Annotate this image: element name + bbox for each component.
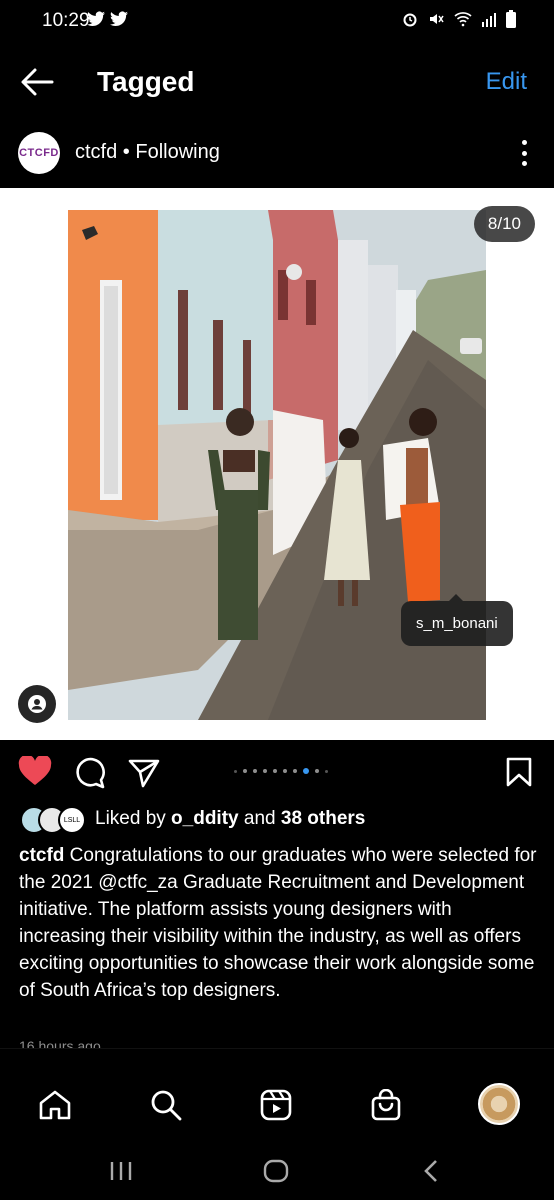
user-icon	[28, 695, 46, 713]
recent-apps-icon	[110, 1162, 132, 1180]
mute-icon	[430, 14, 444, 24]
heart-filled-icon	[18, 754, 52, 785]
signal-icon	[482, 13, 496, 27]
twitter-icon	[110, 11, 128, 27]
tagged-users-button[interactable]	[18, 685, 56, 723]
carousel-dot	[253, 769, 257, 773]
avatar-logo-text: CTCFD	[19, 147, 59, 159]
dot-icon	[521, 150, 527, 156]
paper-plane-icon	[128, 759, 160, 788]
post-caption: ctcfd Congratulations to our graduates w…	[19, 842, 539, 1004]
save-button[interactable]	[506, 757, 532, 792]
liker-username[interactable]: o_ddity	[171, 808, 239, 829]
status-icons	[87, 10, 516, 28]
nav-reels-button[interactable]	[260, 1089, 292, 1126]
carousel-dot	[325, 769, 328, 773]
profile-avatar[interactable]: CTCFD	[18, 132, 60, 174]
nav-home-button[interactable]	[38, 1089, 72, 1126]
likes-middle: and	[238, 808, 281, 829]
bottom-navigation	[0, 1048, 554, 1149]
likes-prefix: Liked by	[95, 808, 172, 829]
carousel-dot	[273, 769, 277, 773]
carousel-dot	[293, 769, 297, 773]
user-tag-label[interactable]: s_m_bonani	[401, 594, 513, 646]
search-icon	[151, 1090, 182, 1121]
carousel-counter: 8/10	[473, 206, 535, 242]
caption-username[interactable]: ctcfd	[19, 845, 64, 866]
arrow-left-icon	[21, 68, 54, 96]
wifi-icon	[454, 12, 472, 27]
carousel-dots	[234, 768, 328, 774]
likes-others[interactable]: 38 others	[281, 808, 365, 829]
nav-search-button[interactable]	[150, 1089, 182, 1126]
home-circle-icon	[263, 1159, 289, 1183]
carousel-dot	[283, 769, 287, 773]
system-navigation-bar	[0, 1148, 554, 1200]
liker-avatar-text: LSLL	[63, 816, 81, 824]
liker-avatar[interactable]: LSLL	[58, 806, 86, 834]
chevron-left-icon	[424, 1160, 437, 1182]
back-system-button[interactable]	[422, 1159, 440, 1188]
share-button[interactable]	[128, 758, 160, 793]
status-time: 10:29	[42, 10, 90, 31]
reels-icon	[260, 1089, 292, 1121]
page-title: Tagged	[97, 66, 195, 97]
home-system-button[interactable]	[263, 1159, 289, 1188]
comment-icon	[76, 757, 105, 789]
alarm-icon	[403, 13, 417, 27]
recent-apps-button[interactable]	[108, 1160, 134, 1187]
nav-profile-avatar[interactable]	[478, 1083, 520, 1125]
like-button[interactable]	[18, 754, 52, 791]
edit-button[interactable]: Edit	[486, 68, 527, 96]
battery-icon	[506, 10, 516, 28]
twitter-icon	[87, 11, 105, 27]
likes-summary[interactable]: Liked by o_ddity and 38 others	[95, 808, 365, 830]
caption-text: Congratulations to our graduates who wer…	[19, 845, 537, 1001]
more-options-button[interactable]	[520, 140, 528, 166]
post-media-area[interactable]: 8/10 s_m_bonani	[0, 188, 554, 740]
profile-name[interactable]: ctcfd • Following	[75, 141, 220, 164]
carousel-dot-active	[303, 768, 309, 774]
nav-shop-button[interactable]	[370, 1088, 402, 1126]
dot-icon	[521, 161, 527, 166]
carousel-dot	[315, 769, 319, 773]
post-timestamp: 16 hours ago	[19, 1038, 101, 1048]
carousel-dot	[263, 769, 267, 773]
home-icon	[39, 1090, 71, 1120]
carousel-dot	[243, 769, 247, 773]
bookmark-icon	[506, 757, 532, 787]
comment-button[interactable]	[74, 757, 106, 794]
dot-icon	[521, 140, 527, 145]
carousel-dot	[234, 769, 237, 773]
back-button[interactable]	[18, 62, 58, 102]
shopping-bag-icon	[371, 1088, 401, 1121]
